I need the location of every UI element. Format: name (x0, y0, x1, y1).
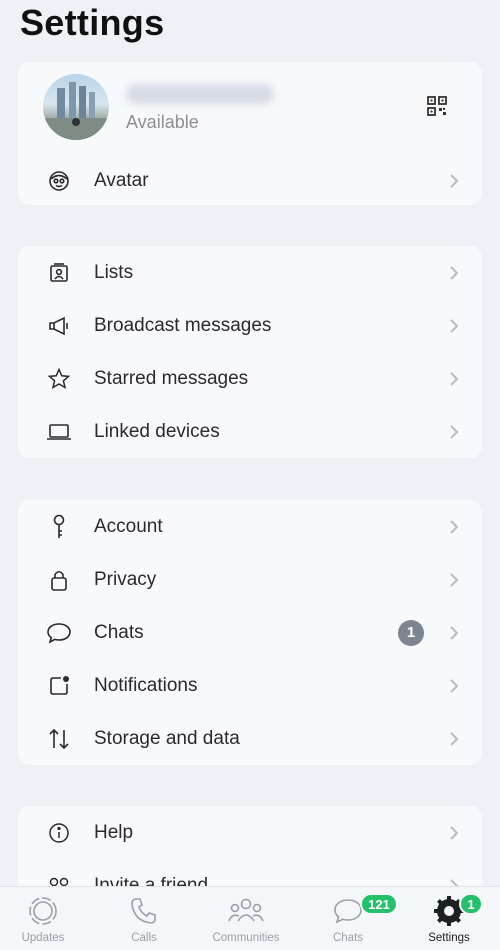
settings-badge: 1 (459, 893, 483, 915)
tab-communities[interactable]: Communities (206, 887, 286, 950)
settings-row-label: Privacy (94, 568, 157, 590)
settings-row-label: Account (94, 515, 163, 537)
settings-row-label: Lists (94, 261, 134, 283)
key-icon (46, 514, 72, 540)
settings-row-privacy[interactable]: Privacy (18, 553, 482, 606)
tab-label: Communities (212, 932, 280, 944)
tab-chats[interactable]: 121 Chats (308, 887, 398, 950)
profile-name-redacted (126, 84, 274, 104)
page-title: Settings (20, 2, 165, 43)
chevron-right-icon (450, 265, 459, 280)
communities-icon (228, 898, 264, 922)
chevron-right-icon (450, 572, 459, 587)
profile-row[interactable]: Available (18, 62, 482, 154)
settings-row-avatar[interactable]: Avatar (18, 154, 482, 207)
arrows-up-down-icon (46, 726, 72, 752)
tab-label: Chats (332, 932, 364, 944)
lists-icon (46, 260, 72, 286)
tab-settings[interactable]: 1 Settings (409, 887, 489, 950)
chevron-right-icon (450, 678, 459, 693)
chevron-right-icon (450, 318, 459, 333)
settings-group-4: Help Invite a friend (18, 806, 482, 896)
laptop-icon (46, 419, 72, 445)
unread-chats-badge: 121 (360, 893, 398, 915)
chevron-right-icon (450, 424, 459, 439)
chat-bubble-icon (46, 620, 72, 646)
chevron-right-icon (450, 731, 459, 746)
settings-row-label: Storage and data (94, 727, 240, 749)
settings-group-2: Lists Broadcast messages Starred message… (18, 246, 482, 458)
chevron-right-icon (450, 625, 459, 640)
profile-photo[interactable] (43, 74, 109, 140)
settings-row-label: Help (94, 821, 134, 843)
tab-calls[interactable]: Calls (104, 887, 184, 950)
notification-icon (46, 673, 72, 699)
settings-row-label: Starred messages (94, 367, 249, 389)
lock-icon (46, 567, 72, 593)
settings-row-notifications[interactable]: Notifications (18, 659, 482, 712)
unread-badge: 1 (398, 619, 424, 646)
bottom-tab-bar: Updates Calls Communities 121 Chats 1 Se… (0, 886, 500, 950)
profile-status: Available (126, 112, 199, 132)
info-icon (46, 820, 72, 846)
avatar-face-icon (46, 168, 72, 194)
tab-label: Calls (131, 932, 157, 944)
chevron-right-icon (450, 519, 459, 534)
settings-group-3: Account Privacy Chats 1 Notifications St… (18, 500, 482, 765)
tab-label: Settings (428, 932, 470, 944)
settings-row-label: Avatar (94, 169, 149, 191)
settings-row-starred[interactable]: Starred messages (18, 352, 482, 405)
settings-row-label: Notifications (94, 674, 198, 696)
settings-row-label: Linked devices (94, 420, 220, 442)
settings-row-linked-devices[interactable]: Linked devices (18, 405, 482, 458)
settings-row-label: Broadcast messages (94, 314, 272, 336)
star-icon (46, 366, 72, 392)
updates-icon (29, 897, 57, 925)
chevron-right-icon (450, 173, 459, 188)
tab-label: Updates (21, 932, 65, 944)
settings-row-chats[interactable]: Chats 1 (18, 606, 482, 659)
settings-row-account[interactable]: Account (18, 500, 482, 553)
qr-code-icon[interactable] (427, 96, 447, 116)
settings-row-label: Chats (94, 621, 144, 643)
megaphone-icon (46, 313, 72, 339)
settings-row-lists[interactable]: Lists (18, 246, 482, 299)
settings-row-help[interactable]: Help (18, 806, 482, 859)
phone-icon (131, 898, 156, 924)
settings-row-broadcast[interactable]: Broadcast messages (18, 299, 482, 352)
chevron-right-icon (450, 825, 459, 840)
tab-updates[interactable]: Updates (3, 887, 83, 950)
profile-card: Available Avatar (18, 62, 482, 205)
settings-row-storage[interactable]: Storage and data (18, 712, 482, 765)
chevron-right-icon (450, 371, 459, 386)
